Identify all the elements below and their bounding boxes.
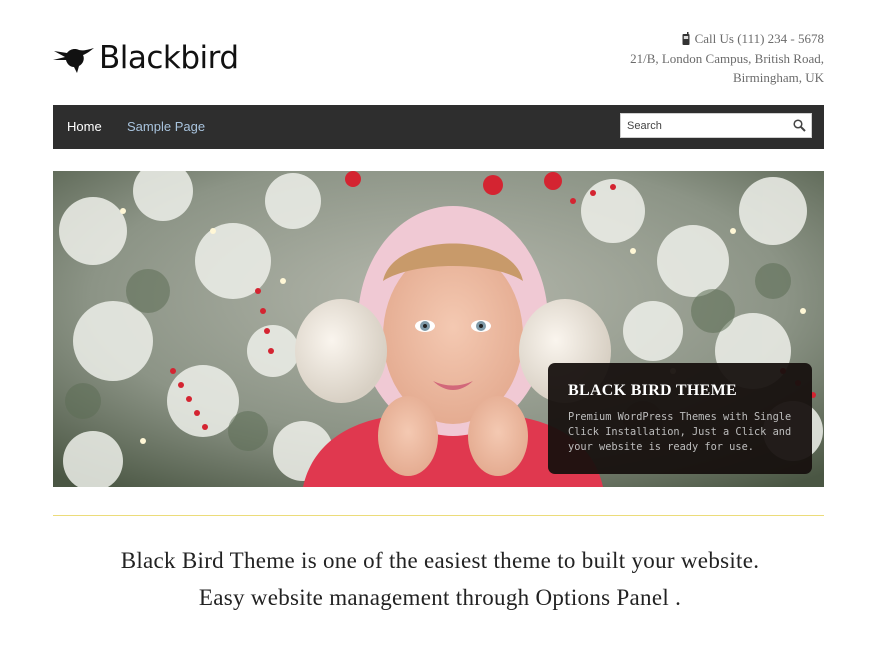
intro-line-2: Easy website management through Options …	[198, 585, 682, 610]
phone-icon	[682, 32, 690, 46]
magnifier-icon[interactable]	[793, 119, 806, 132]
search-form	[620, 113, 812, 138]
address-line-2: Birmingham, UK	[733, 70, 824, 85]
logo-text: Blackbird	[99, 40, 239, 76]
address-line-1: 21/B, London Campus, British Road,	[630, 50, 824, 66]
caption-title: BLACK BIRD THEME	[568, 382, 737, 399]
intro-tagline: Black Bird Theme is one of the easiest t…	[40, 542, 840, 616]
section-divider	[53, 515, 824, 516]
site-header: Blackbird Call Us (111) 234 - 5678 21/B,…	[53, 0, 824, 105]
caption-text: Premium WordPress Themes with Single Cli…	[568, 411, 792, 453]
main-navigation: Home Sample Page	[53, 105, 824, 149]
slide-caption: BLACK BIRD THEME Premium WordPress Theme…	[548, 363, 812, 474]
nav-item-home[interactable]: Home	[67, 119, 102, 135]
phone-number: Call Us (111) 234 - 5678	[694, 31, 824, 46]
nav-item-sample-page[interactable]: Sample Page	[127, 119, 205, 135]
phone-row: Call Us (111) 234 - 5678	[630, 29, 824, 49]
hero-slider: BLACK BIRD THEME Premium WordPress Theme…	[53, 171, 824, 487]
contact-info: Call Us (111) 234 - 5678 21/B, London Ca…	[630, 29, 824, 88]
intro-line-1: Black Bird Theme is one of the easiest t…	[120, 548, 760, 573]
site-logo[interactable]: Blackbird	[53, 38, 239, 78]
search-input[interactable]	[621, 114, 781, 137]
hummingbird-icon	[53, 48, 94, 73]
